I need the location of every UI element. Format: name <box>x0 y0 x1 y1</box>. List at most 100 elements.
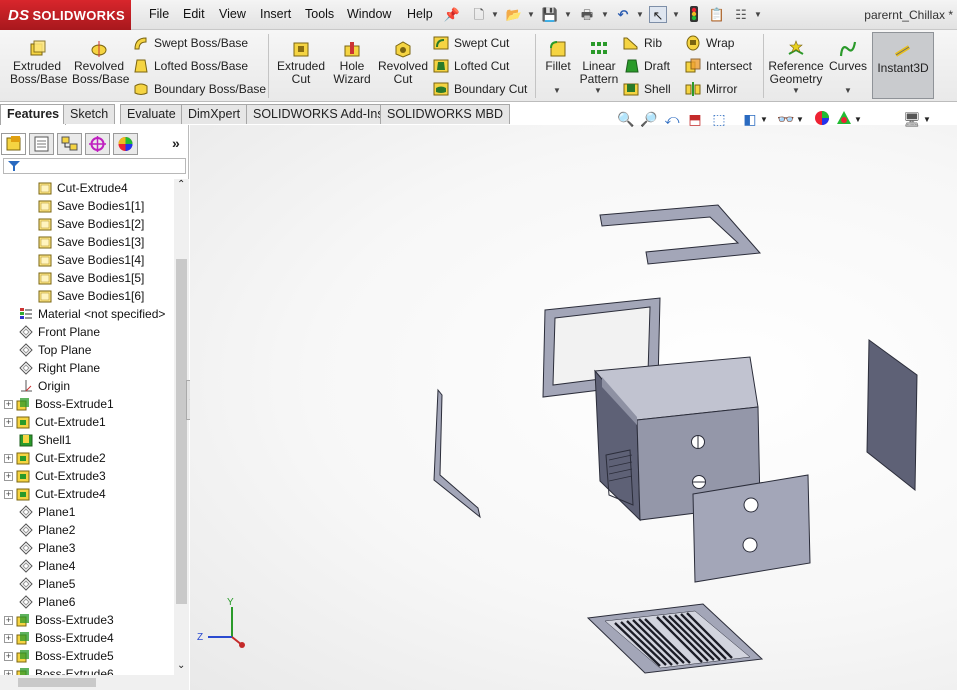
tree-item[interactable]: Plane2 <box>0 521 174 539</box>
tree-item[interactable]: + Boss-Extrude6 <box>0 665 174 675</box>
expand-icon[interactable]: + <box>4 489 13 499</box>
tree-item[interactable]: Plane1 <box>0 503 174 521</box>
graphics-area[interactable]: Y Z <box>190 125 957 690</box>
shell-button[interactable]: Shell <box>623 79 671 99</box>
wrap-button[interactable]: Wrap <box>685 33 734 53</box>
lofted-cut-button[interactable]: Lofted Cut <box>433 56 509 76</box>
linear-pattern-button[interactable]: Linear Pattern <box>578 38 620 86</box>
scroll-up-arrow[interactable]: ⌃ <box>177 179 185 190</box>
boundary-boss-button[interactable]: Boundary Boss/Base <box>133 79 266 99</box>
tree-item[interactable]: Save Bodies1[3] <box>0 233 174 251</box>
tree-vertical-scrollbar[interactable]: ⌃ ⌄ <box>174 179 189 675</box>
chevron-down-icon[interactable]: ▼ <box>672 10 680 19</box>
reference-geometry-button[interactable]: Reference Geometry <box>768 38 824 86</box>
tab-dimxpert[interactable]: DimXpert <box>181 104 248 124</box>
feature-tree-filter[interactable] <box>3 158 186 174</box>
chevron-down-icon[interactable]: ▼ <box>923 115 931 124</box>
chevron-down-icon[interactable]: ▼ <box>792 86 800 95</box>
expand-icon[interactable]: + <box>4 615 13 625</box>
previous-view-icon[interactable]: ⤺ <box>663 110 681 128</box>
chevron-down-icon[interactable]: ▼ <box>854 115 862 124</box>
tab-sketch[interactable]: Sketch <box>63 104 116 124</box>
chevron-down-icon[interactable]: ▼ <box>491 10 499 19</box>
tree-item[interactable]: Front Plane <box>0 323 174 341</box>
fillet-button[interactable]: Fillet <box>540 38 576 73</box>
dimxpert-manager-tab[interactable] <box>85 133 110 155</box>
save-icon[interactable]: 💾 <box>541 6 559 23</box>
expand-icon[interactable]: + <box>4 633 13 643</box>
chevron-down-icon[interactable]: ▼ <box>796 115 804 124</box>
open-folder-icon[interactable]: 📂 <box>505 6 523 23</box>
expand-icon[interactable]: + <box>4 651 13 661</box>
display-manager-tab[interactable] <box>113 133 138 155</box>
tree-item[interactable]: Material <not specified> <box>0 305 174 323</box>
tree-item[interactable]: Save Bodies1[2] <box>0 215 174 233</box>
tab-mbd[interactable]: SOLIDWORKS MBD <box>380 104 510 124</box>
mirror-button[interactable]: Mirror <box>685 79 737 99</box>
tree-item[interactable]: + Boss-Extrude1 <box>0 395 174 413</box>
undo-icon[interactable]: ↶ <box>614 6 632 23</box>
expand-icon[interactable]: + <box>4 417 13 427</box>
tree-horizontal-scrollbar[interactable] <box>0 675 189 690</box>
rebuild-traffic-light-icon[interactable] <box>685 6 703 23</box>
lofted-boss-button[interactable]: Lofted Boss/Base <box>133 56 248 76</box>
view-settings-icon[interactable]: 🖥 <box>903 110 921 128</box>
chevron-down-icon[interactable]: ▼ <box>636 10 644 19</box>
tree-item[interactable]: Save Bodies1[1] <box>0 197 174 215</box>
tree-item[interactable]: Origin <box>0 377 174 395</box>
tree-item[interactable]: Top Plane <box>0 341 174 359</box>
zoom-to-area-icon[interactable]: 🔎 <box>640 110 658 128</box>
chevron-down-icon[interactable]: ▼ <box>844 86 852 95</box>
tree-item[interactable]: Cut-Extrude4 <box>0 179 174 197</box>
print-icon[interactable]: 🖶 <box>578 6 596 23</box>
solidworks-logo[interactable]: DS SOLIDWORKS <box>0 0 131 30</box>
tab-addins[interactable]: SOLIDWORKS Add-Ins <box>246 104 391 124</box>
menu-tools[interactable]: Tools <box>305 7 334 21</box>
pin-icon[interactable]: 📌 <box>443 6 461 23</box>
boundary-cut-button[interactable]: Boundary Cut <box>433 79 527 99</box>
menu-edit[interactable]: Edit <box>183 7 205 21</box>
new-document-icon[interactable]: 🗋 <box>470 6 488 23</box>
options-icon[interactable]: ☷ <box>732 6 750 23</box>
revolved-boss-button[interactable]: Revolved Boss/Base <box>72 38 129 86</box>
extruded-boss-button[interactable]: Extruded Boss/Base <box>10 38 67 86</box>
scroll-thumb[interactable] <box>176 259 187 604</box>
revolved-cut-button[interactable]: Revolved Cut <box>378 38 428 86</box>
chevron-down-icon[interactable]: ▼ <box>553 86 561 95</box>
curves-button[interactable]: Curves <box>828 38 868 73</box>
property-manager-tab[interactable] <box>29 133 54 155</box>
menu-help[interactable]: Help <box>407 7 433 21</box>
tree-item[interactable]: Plane4 <box>0 557 174 575</box>
extruded-cut-button[interactable]: Extruded Cut <box>276 38 326 86</box>
instant3d-button[interactable]: Instant3D <box>872 32 934 99</box>
swept-boss-button[interactable]: Swept Boss/Base <box>133 33 248 53</box>
tab-evaluate[interactable]: Evaluate <box>120 104 183 124</box>
chevron-down-icon[interactable]: ▼ <box>527 10 535 19</box>
tree-item[interactable]: Save Bodies1[5] <box>0 269 174 287</box>
tree-item[interactable]: Right Plane <box>0 359 174 377</box>
chevron-down-icon[interactable]: ▼ <box>760 115 768 124</box>
apply-scene-icon[interactable] <box>835 110 853 128</box>
tree-item[interactable]: + Cut-Extrude1 <box>0 413 174 431</box>
chevron-down-icon[interactable]: ▼ <box>601 10 609 19</box>
menu-view[interactable]: View <box>219 7 246 21</box>
feature-manager-tab[interactable] <box>1 133 26 155</box>
file-properties-icon[interactable]: 📋 <box>708 6 726 23</box>
expand-icon[interactable]: + <box>4 399 13 409</box>
tree-item[interactable]: Save Bodies1[4] <box>0 251 174 269</box>
hide-show-items-icon[interactable]: 👓 <box>777 110 795 128</box>
draft-button[interactable]: Draft <box>623 56 670 76</box>
tree-item[interactable]: Save Bodies1[6] <box>0 287 174 305</box>
tree-item[interactable]: + Boss-Extrude3 <box>0 611 174 629</box>
rib-button[interactable]: Rib <box>623 33 662 53</box>
chevron-down-icon[interactable]: ▼ <box>754 10 762 19</box>
edit-appearance-icon[interactable] <box>813 110 831 128</box>
scroll-down-arrow[interactable]: ⌄ <box>177 660 185 671</box>
tree-item[interactable]: Shell1 <box>0 431 174 449</box>
tree-item[interactable]: Plane5 <box>0 575 174 593</box>
swept-cut-button[interactable]: Swept Cut <box>433 33 509 53</box>
display-style-icon[interactable]: ◧ <box>741 110 759 128</box>
panel-more-chevron[interactable]: » <box>172 135 180 151</box>
scroll-thumb[interactable] <box>18 678 96 687</box>
tree-item[interactable]: + Cut-Extrude3 <box>0 467 174 485</box>
